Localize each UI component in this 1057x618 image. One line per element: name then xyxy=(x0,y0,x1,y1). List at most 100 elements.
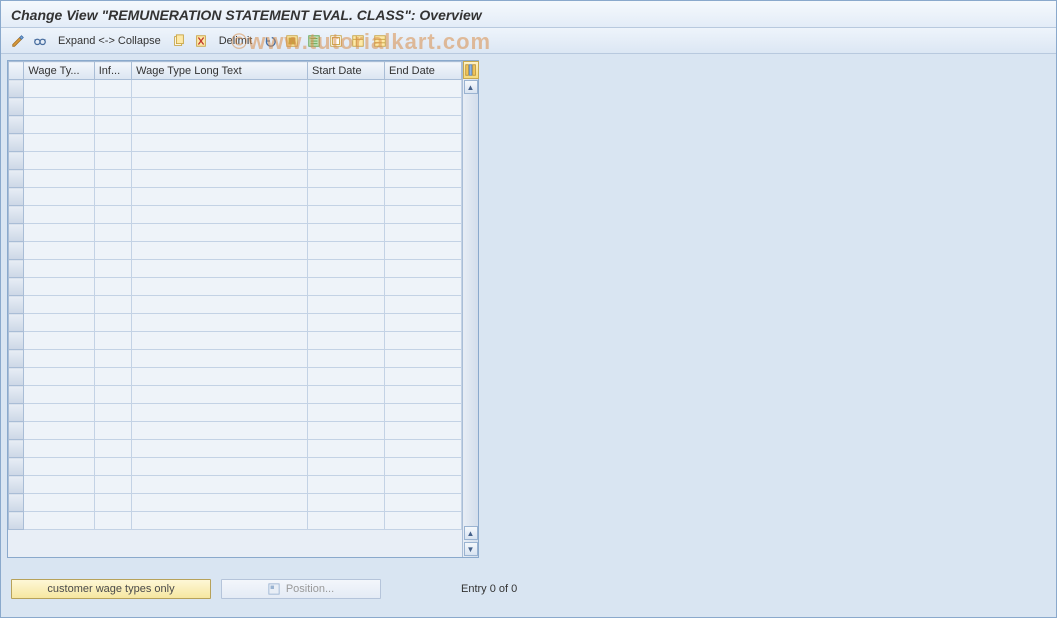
table-row[interactable] xyxy=(9,494,462,512)
cell[interactable] xyxy=(308,332,385,350)
scroll-down-step-icon[interactable]: ▲ xyxy=(464,526,478,540)
cell[interactable] xyxy=(94,440,131,458)
cell[interactable] xyxy=(308,152,385,170)
cell[interactable] xyxy=(24,314,94,332)
cell[interactable] xyxy=(385,224,462,242)
cell[interactable] xyxy=(24,476,94,494)
cell[interactable] xyxy=(308,368,385,386)
row-selector[interactable] xyxy=(9,458,24,476)
cell[interactable] xyxy=(385,386,462,404)
configure-columns-icon[interactable] xyxy=(463,61,479,79)
cell[interactable] xyxy=(24,512,94,530)
cell[interactable] xyxy=(132,260,308,278)
table-row[interactable] xyxy=(9,476,462,494)
cell[interactable] xyxy=(308,440,385,458)
cell[interactable] xyxy=(132,152,308,170)
cell[interactable] xyxy=(24,368,94,386)
table-row[interactable] xyxy=(9,386,462,404)
cell[interactable] xyxy=(132,278,308,296)
row-selector[interactable] xyxy=(9,422,24,440)
toggle-change-icon[interactable] xyxy=(9,32,27,50)
row-selector[interactable] xyxy=(9,494,24,512)
print-icon[interactable] xyxy=(371,32,389,50)
table-row[interactable] xyxy=(9,188,462,206)
cell[interactable] xyxy=(24,188,94,206)
cell[interactable] xyxy=(385,242,462,260)
row-selector[interactable] xyxy=(9,512,24,530)
row-selector[interactable] xyxy=(9,404,24,422)
cell[interactable] xyxy=(94,134,131,152)
cell[interactable] xyxy=(94,476,131,494)
cell[interactable] xyxy=(385,332,462,350)
cell[interactable] xyxy=(308,404,385,422)
cell[interactable] xyxy=(24,278,94,296)
cell[interactable] xyxy=(385,458,462,476)
cell[interactable] xyxy=(24,98,94,116)
customer-wage-types-button[interactable]: customer wage types only xyxy=(11,579,211,599)
cell[interactable] xyxy=(132,458,308,476)
cell[interactable] xyxy=(132,494,308,512)
cell[interactable] xyxy=(132,332,308,350)
row-selector[interactable] xyxy=(9,332,24,350)
col-long-text[interactable]: Wage Type Long Text xyxy=(132,62,308,80)
cell[interactable] xyxy=(385,260,462,278)
cell[interactable] xyxy=(385,494,462,512)
cell[interactable] xyxy=(94,242,131,260)
cell[interactable] xyxy=(132,134,308,152)
cell[interactable] xyxy=(385,134,462,152)
row-selector[interactable] xyxy=(9,368,24,386)
row-selector[interactable] xyxy=(9,260,24,278)
cell[interactable] xyxy=(308,260,385,278)
data-grid[interactable]: Wage Ty... Inf... Wage Type Long Text St… xyxy=(8,61,462,530)
cell[interactable] xyxy=(94,458,131,476)
undo-icon[interactable] xyxy=(261,32,279,50)
table-row[interactable] xyxy=(9,404,462,422)
col-inf[interactable]: Inf... xyxy=(94,62,131,80)
cell[interactable] xyxy=(308,206,385,224)
row-selector[interactable] xyxy=(9,152,24,170)
cell[interactable] xyxy=(24,260,94,278)
expand-collapse-button[interactable]: Expand <-> Collapse xyxy=(53,32,166,50)
cell[interactable] xyxy=(385,80,462,98)
cell[interactable] xyxy=(94,404,131,422)
cell[interactable] xyxy=(94,296,131,314)
cell[interactable] xyxy=(24,170,94,188)
cell[interactable] xyxy=(94,422,131,440)
cell[interactable] xyxy=(385,116,462,134)
cell[interactable] xyxy=(132,368,308,386)
glasses-icon[interactable] xyxy=(31,32,49,50)
cell[interactable] xyxy=(385,152,462,170)
cell[interactable] xyxy=(24,134,94,152)
cell[interactable] xyxy=(308,134,385,152)
row-selector[interactable] xyxy=(9,476,24,494)
cell[interactable] xyxy=(308,296,385,314)
cell[interactable] xyxy=(132,80,308,98)
cell[interactable] xyxy=(24,80,94,98)
cell[interactable] xyxy=(308,494,385,512)
table-row[interactable] xyxy=(9,296,462,314)
select-all-icon[interactable] xyxy=(283,32,301,50)
cell[interactable] xyxy=(94,188,131,206)
cell[interactable] xyxy=(385,98,462,116)
cell[interactable] xyxy=(132,170,308,188)
row-selector[interactable] xyxy=(9,440,24,458)
cell[interactable] xyxy=(94,332,131,350)
table-row[interactable] xyxy=(9,134,462,152)
select-block-icon[interactable] xyxy=(305,32,323,50)
row-selector[interactable] xyxy=(9,350,24,368)
cell[interactable] xyxy=(132,188,308,206)
table-row[interactable] xyxy=(9,332,462,350)
cell[interactable] xyxy=(132,314,308,332)
cell[interactable] xyxy=(132,350,308,368)
cell[interactable] xyxy=(385,404,462,422)
table-row[interactable] xyxy=(9,152,462,170)
cell[interactable] xyxy=(308,422,385,440)
copy-icon[interactable] xyxy=(170,32,188,50)
cell[interactable] xyxy=(385,296,462,314)
cell[interactable] xyxy=(132,476,308,494)
table-row[interactable] xyxy=(9,314,462,332)
col-start-date[interactable]: Start Date xyxy=(308,62,385,80)
cell[interactable] xyxy=(385,278,462,296)
row-selector[interactable] xyxy=(9,116,24,134)
cell[interactable] xyxy=(132,422,308,440)
